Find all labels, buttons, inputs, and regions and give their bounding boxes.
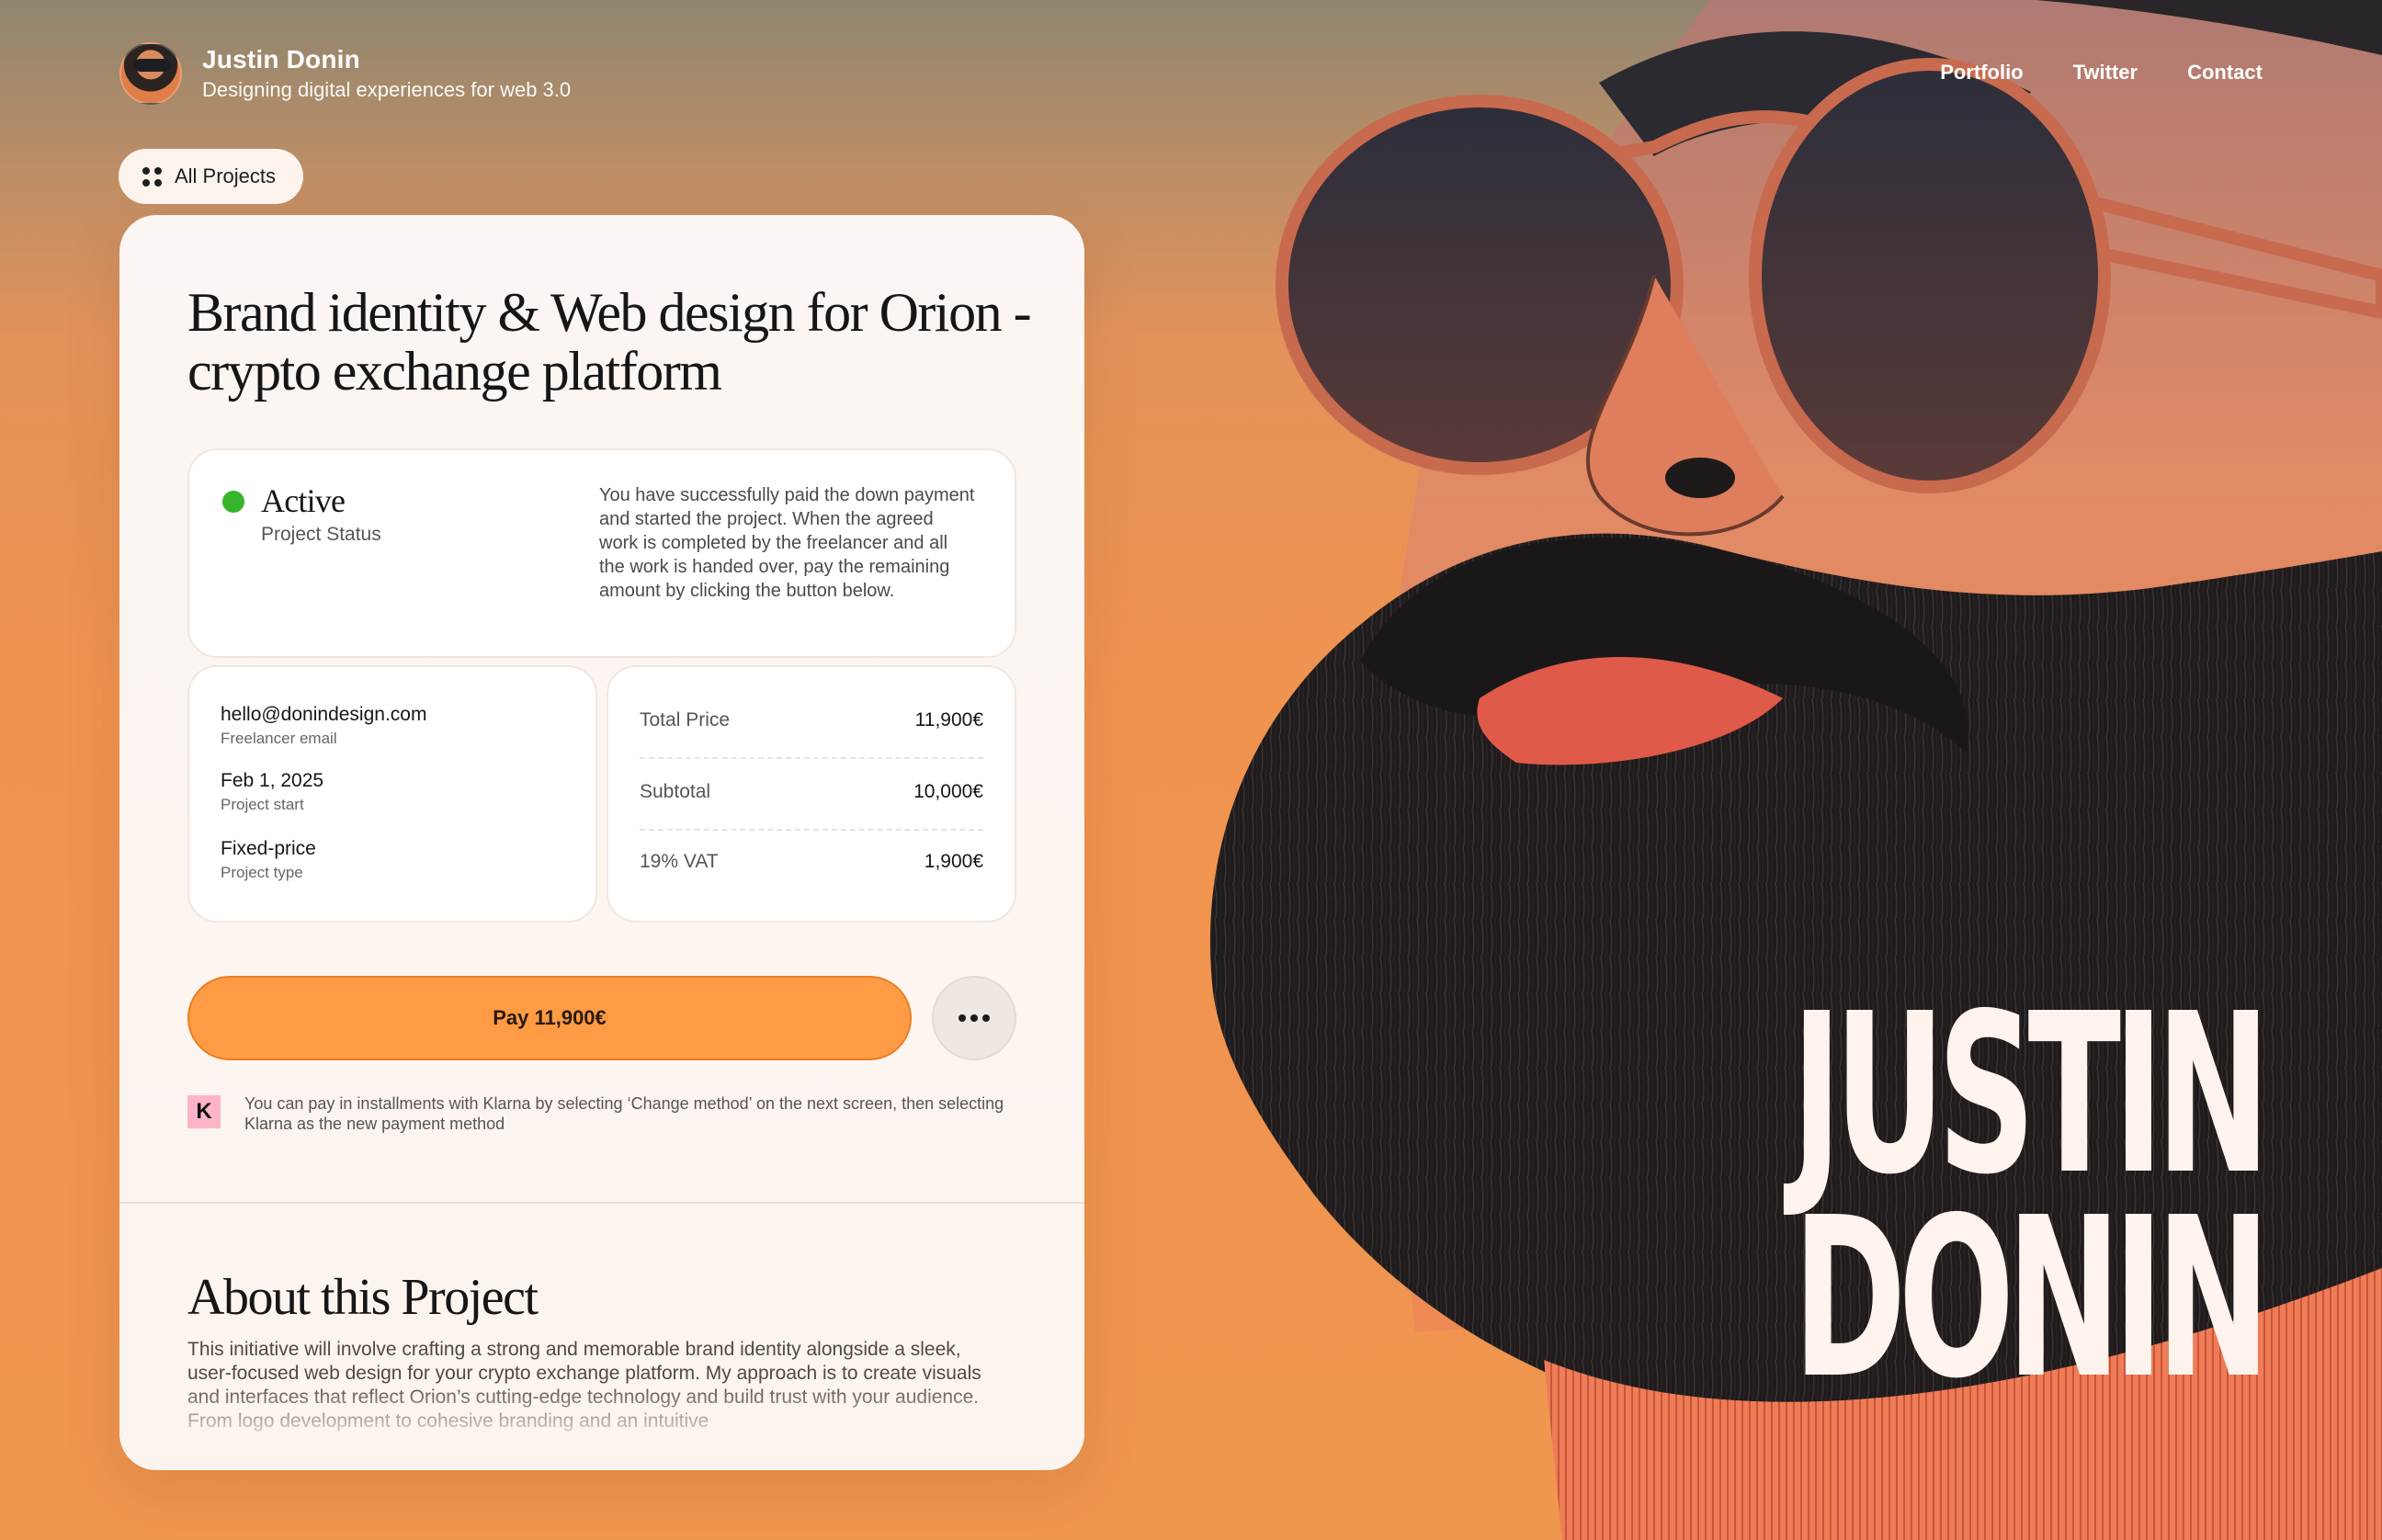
price-row-total: Total Price 11,900€: [640, 709, 983, 731]
klarna-note: You can pay in installments with Klarna …: [244, 1094, 1004, 1133]
nav-twitter[interactable]: Twitter: [2073, 61, 2138, 85]
info-type: Fixed-price Project type: [221, 838, 316, 882]
project-info-panel: hello@donindesign.com Freelancer email F…: [187, 665, 597, 923]
price-divider: [640, 829, 983, 831]
all-projects-button[interactable]: All Projects: [119, 149, 304, 204]
pay-button[interactable]: Pay 11,900€: [187, 976, 912, 1060]
project-card: Brand identity & Web design for Orion - …: [119, 215, 1084, 1470]
hero-name: JUSTIN DONIN: [1791, 966, 2271, 1427]
site-tagline: Designing digital experiences for web 3.…: [202, 78, 572, 101]
pricing-panel: Total Price 11,900€ Subtotal 10,000€ 19%…: [607, 665, 1016, 923]
freelancer-email[interactable]: hello@donindesign.com: [221, 704, 426, 726]
status-label: Project Status: [261, 524, 381, 545]
status-active-dot-icon: [222, 491, 244, 513]
status-panel: Active Project Status You have successfu…: [187, 448, 1016, 658]
project-title: Brand identity & Web design for Orion - …: [187, 282, 1032, 402]
vat-label: 19% VAT: [640, 851, 719, 872]
total-price-label: Total Price: [640, 709, 731, 730]
project-type-label: Project type: [221, 864, 303, 881]
project-start-date: Feb 1, 2025: [221, 770, 324, 791]
all-projects-label: All Projects: [175, 164, 277, 187]
subtotal-label: Subtotal: [640, 781, 711, 802]
more-dot-icon: [982, 1014, 990, 1022]
price-row-vat: 19% VAT 1,900€: [640, 851, 983, 873]
avatar: [119, 42, 182, 105]
project-type: Fixed-price: [221, 838, 316, 859]
klarna-icon: K: [187, 1095, 221, 1128]
hero-name-line2: DONIN: [1792, 1170, 2271, 1427]
about-title: About this Project: [187, 1269, 539, 1326]
text-fade-overlay: [119, 1382, 1084, 1446]
project-start-label: Project start: [221, 796, 304, 813]
nav-contact[interactable]: Contact: [2187, 61, 2263, 85]
section-divider: [119, 1202, 1084, 1204]
price-divider: [640, 757, 983, 759]
info-start: Feb 1, 2025 Project start: [221, 770, 323, 814]
vat-value: 1,900€: [924, 851, 983, 872]
price-row-subtotal: Subtotal 10,000€: [640, 781, 983, 803]
status-description: You have successfully paid the down paym…: [599, 485, 975, 601]
nav-portfolio[interactable]: Portfolio: [1940, 61, 2023, 85]
more-dot-icon: [970, 1014, 978, 1022]
site-name: Justin Donin: [202, 45, 360, 74]
total-price-value: 11,900€: [914, 709, 983, 730]
subtotal-value: 10,000€: [913, 781, 983, 802]
portrait-illustration: JUSTIN DONIN: [1084, 0, 2382, 1540]
status-value: Active: [261, 482, 346, 519]
hero-name-line1: JUSTIN: [1791, 966, 2270, 1223]
more-options-button[interactable]: [932, 976, 1016, 1060]
more-dot-icon: [958, 1014, 966, 1022]
top-nav: Portfolio Twitter Contact: [1940, 61, 2263, 85]
grid-icon: [142, 166, 162, 187]
brand[interactable]: Justin Donin Designing digital experienc…: [119, 42, 571, 105]
info-email: hello@donindesign.com Freelancer email: [221, 704, 426, 748]
freelancer-email-label: Freelancer email: [221, 730, 337, 747]
